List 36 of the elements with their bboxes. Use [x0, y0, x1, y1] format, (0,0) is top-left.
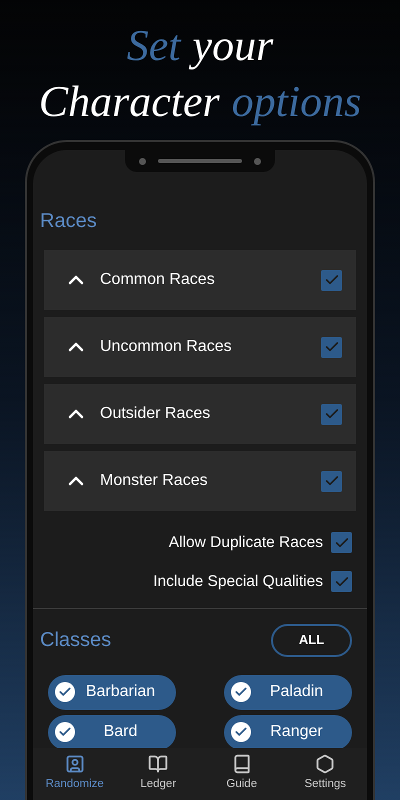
headline-word: Set [126, 20, 181, 72]
checkbox[interactable] [321, 470, 342, 492]
checkbox[interactable] [321, 404, 342, 424]
section-title: Races [39, 209, 98, 234]
class-toggle[interactable]: Paladin [224, 674, 352, 710]
all-button[interactable]: ALL [271, 624, 352, 656]
section-title: Classes [40, 628, 112, 653]
nav-tab[interactable]: Settings [284, 748, 367, 800]
checkbox[interactable] [321, 336, 342, 358]
checkbox[interactable] [331, 532, 352, 554]
camera-icon [139, 158, 146, 164]
book-icon [232, 754, 252, 774]
race-group-label: Common Races [100, 270, 216, 290]
sensor-icon [254, 158, 261, 164]
race-group-row[interactable]: Monster Races [44, 451, 356, 511]
nav-tab[interactable]: Randomize [33, 748, 116, 800]
hexagon-icon [315, 754, 336, 774]
race-group-label: Outsider Races [100, 404, 212, 424]
race-group-label: Uncommon Races [100, 337, 233, 357]
class-toggle[interactable]: Bard [48, 714, 176, 748]
checkbox[interactable] [321, 270, 342, 290]
headline-word: Character [38, 76, 220, 128]
class-toggle[interactable]: Ranger [224, 714, 352, 748]
id-card-icon [64, 754, 85, 774]
checkbox[interactable] [331, 571, 352, 592]
option-label: Allow Duplicate Races [168, 533, 323, 553]
nav-tab[interactable]: Ledger [116, 748, 200, 800]
race-group-row[interactable]: Outsider Races [44, 384, 356, 444]
headline-word: options [232, 76, 362, 128]
race-group-row[interactable]: Common Races [44, 250, 356, 310]
race-group-label: Monster Races [100, 471, 209, 491]
nav-tab[interactable]: Guide [200, 748, 284, 800]
race-group-row[interactable]: Uncommon Races [44, 317, 356, 377]
class-toggle[interactable]: Barbarian [48, 674, 176, 710]
open-book-icon [148, 754, 168, 774]
option-label: Include Special Qualities [153, 572, 323, 592]
